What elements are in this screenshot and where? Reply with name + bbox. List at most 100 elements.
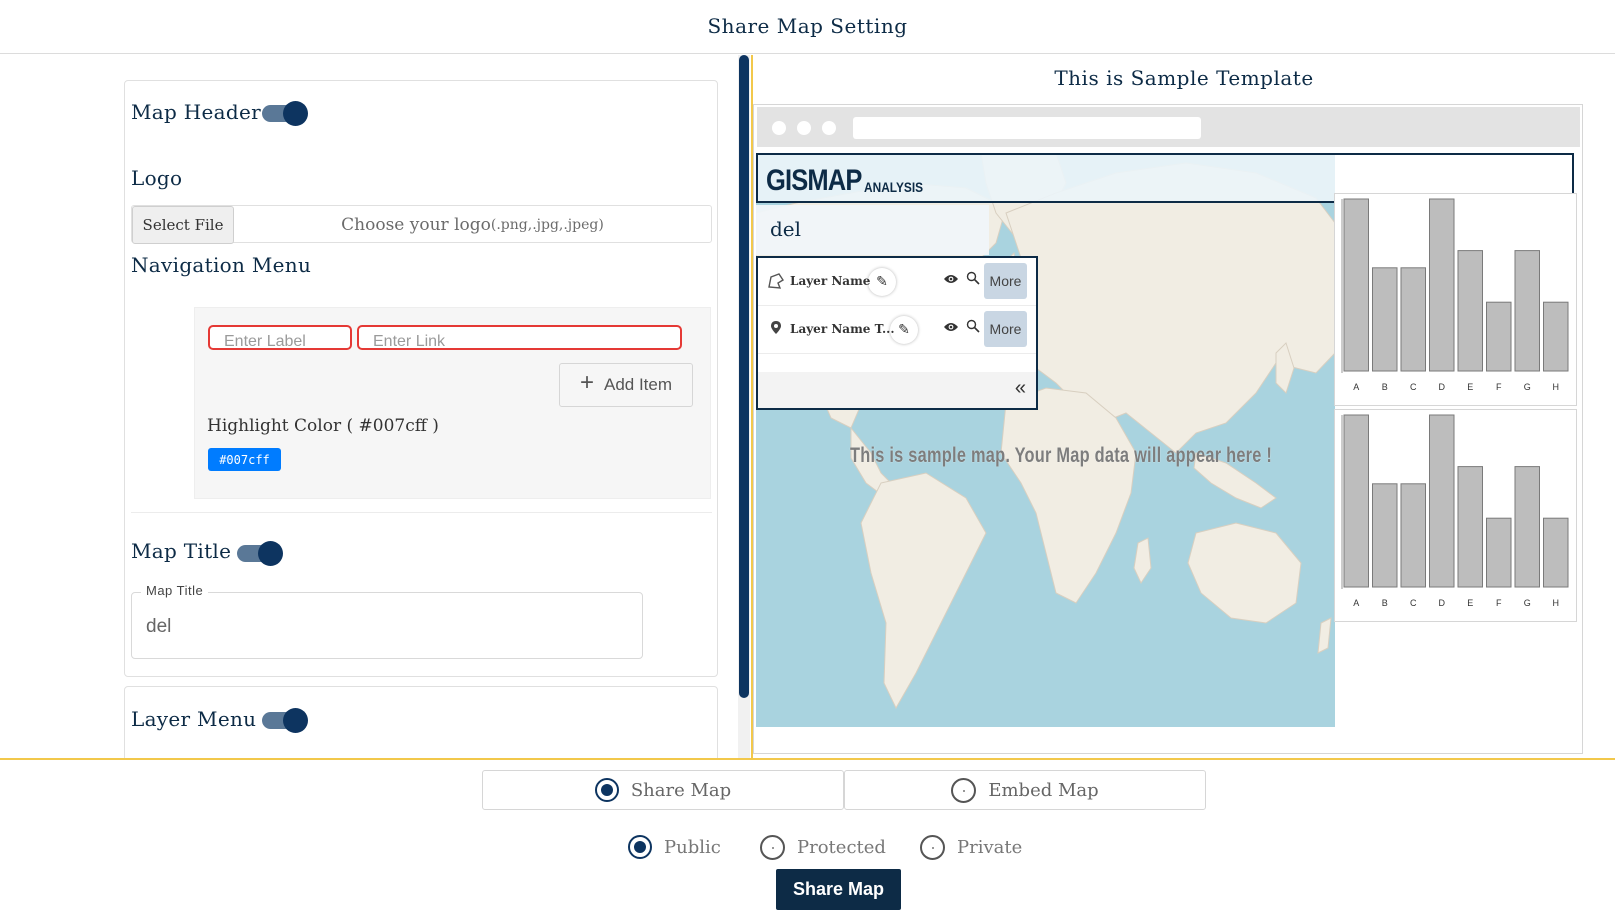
- layer-list-panel: Layer Name ✎ More Layer Name T... ✎ More: [756, 256, 1038, 410]
- chart-bar-G: [1514, 466, 1540, 588]
- logo-file-placeholder: Choose your logo (.png,.jpg,.jpeg): [234, 206, 711, 244]
- pin-icon: [771, 321, 781, 334]
- logo-placeholder-ext: (.png,.jpg,.jpeg): [490, 217, 604, 233]
- highlight-color-picker[interactable]: #007cff: [208, 448, 281, 471]
- chart-tick-label: D: [1439, 598, 1446, 608]
- access-public-radio[interactable]: Public: [628, 832, 721, 862]
- radio-unselected-icon: [920, 834, 945, 860]
- window-dot: [822, 121, 836, 135]
- zoom-to-layer-icon[interactable]: [966, 319, 980, 333]
- access-protected-label: Protected: [797, 836, 886, 858]
- logo-sub-text: ANALYSIS: [864, 179, 924, 195]
- chart-tick-label: H: [1553, 598, 1560, 608]
- browser-bar: [757, 107, 1580, 147]
- address-bar: [853, 117, 1201, 139]
- chart-tick-label: B: [1382, 598, 1388, 608]
- chart-tick-label: C: [1410, 382, 1417, 392]
- map-title-label: Map Title: [131, 539, 232, 563]
- chart-bar-E: [1457, 250, 1483, 372]
- chart-bar-A: [1343, 198, 1369, 372]
- layer-row[interactable]: Layer Name T... ✎ More: [758, 306, 1036, 354]
- chart-bar-F: [1486, 517, 1512, 588]
- visibility-eye-icon[interactable]: [943, 321, 959, 333]
- navigation-menu-editor: Enter Label Enter Link + Add Item Highli…: [194, 307, 711, 499]
- section-divider: [131, 512, 712, 513]
- layer-more-button[interactable]: More: [984, 263, 1027, 299]
- chart-bar-E: [1457, 466, 1483, 588]
- chart-tick-label: F: [1496, 598, 1502, 608]
- layer-menu-toggle[interactable]: [262, 708, 308, 733]
- gismap-logo: GISMAP ANALYSIS: [766, 159, 934, 197]
- add-item-label: Add Item: [603, 375, 673, 394]
- settings-scrollbar-thumb[interactable]: [739, 55, 749, 698]
- layer-name: Layer Name T...: [790, 322, 895, 336]
- preview-map-title-bar: del: [756, 205, 989, 255]
- chart-bar-B: [1372, 483, 1398, 588]
- embed-map-option[interactable]: Embed Map: [844, 770, 1206, 810]
- logo-main-text: GISMAP: [766, 164, 862, 197]
- add-item-button[interactable]: + Add Item: [559, 363, 693, 407]
- page-title: Share Map Setting: [707, 14, 908, 38]
- edit-layer-button[interactable]: ✎: [890, 316, 918, 344]
- pencil-icon: ✎: [898, 322, 910, 338]
- embed-map-option-label: Embed Map: [988, 779, 1099, 801]
- sample-bar-chart-2: A B C D E F G H: [1334, 409, 1577, 622]
- radio-selected-icon: [594, 778, 619, 802]
- nav-link-input[interactable]: Enter Link: [357, 325, 682, 350]
- collapse-panel-icon[interactable]: «: [1015, 377, 1026, 400]
- nav-label-input[interactable]: Enter Label: [208, 325, 352, 350]
- pencil-icon: ✎: [876, 274, 888, 290]
- chart-tick-label: C: [1410, 598, 1417, 608]
- map-title-value: del: [146, 616, 172, 637]
- select-file-button[interactable]: Select File: [132, 206, 234, 244]
- chart-bar-D: [1429, 414, 1455, 588]
- access-protected-radio[interactable]: Protected: [760, 832, 886, 862]
- chart-bar-A: [1343, 414, 1369, 588]
- share-map-option[interactable]: Share Map: [482, 770, 844, 810]
- logo-label: Logo: [131, 166, 183, 190]
- chart-bar-F: [1486, 301, 1512, 372]
- access-public-label: Public: [664, 836, 721, 858]
- chart-tick-label: G: [1524, 382, 1531, 392]
- bottom-divider: [0, 758, 1615, 760]
- layer-menu-label: Layer Menu: [131, 707, 257, 731]
- visibility-eye-icon[interactable]: [943, 273, 959, 285]
- bar-chart-graphic: A B C D E F G H: [1341, 414, 1569, 608]
- top-bar: Share Map Setting: [0, 0, 1615, 54]
- chart-bar-C: [1400, 483, 1426, 588]
- preview-title: This is Sample Template: [1054, 66, 1314, 90]
- logo-placeholder-text: Choose your logo: [341, 215, 491, 235]
- layer-panel-footer: «: [758, 372, 1036, 408]
- logo-file-input[interactable]: Select File Choose your logo (.png,.jpg,.…: [131, 205, 712, 244]
- polygon-icon: [768, 273, 784, 289]
- share-map-button[interactable]: Share Map: [776, 869, 901, 910]
- plus-icon: +: [579, 369, 594, 396]
- window-dot: [797, 121, 811, 135]
- share-map-option-label: Share Map: [630, 779, 732, 801]
- map-header-toggle[interactable]: [262, 101, 308, 126]
- radio-selected-icon: [628, 835, 652, 859]
- chart-tick-label: F: [1496, 382, 1502, 392]
- header-settings-card: Map Header Logo Select File Choose your …: [124, 80, 718, 677]
- chart-bar-B: [1372, 267, 1398, 372]
- access-private-radio[interactable]: Private: [920, 832, 1022, 862]
- layer-row[interactable]: Layer Name ✎ More: [758, 258, 1036, 306]
- chart-tick-label: G: [1524, 598, 1531, 608]
- map-title-toggle[interactable]: [237, 541, 283, 566]
- layer-name: Layer Name: [790, 274, 871, 288]
- chart-bar-G: [1514, 250, 1540, 372]
- map-placeholder-message: This is sample map. Your Map data will a…: [850, 444, 1273, 467]
- chart-tick-label: A: [1353, 598, 1359, 608]
- map-title-field-legend: Map Title: [141, 583, 209, 598]
- access-private-label: Private: [957, 836, 1023, 858]
- chart-bar-H: [1543, 301, 1569, 372]
- edit-layer-button[interactable]: ✎: [868, 268, 896, 296]
- nav-link-placeholder: Enter Link: [373, 333, 446, 350]
- layer-more-button[interactable]: More: [984, 311, 1027, 347]
- zoom-to-layer-icon[interactable]: [966, 271, 980, 285]
- map-title-field[interactable]: Map Title del: [131, 583, 643, 659]
- template-preview: This is sample map. Your Map data will a…: [753, 104, 1583, 754]
- chart-tick-label: E: [1467, 382, 1473, 392]
- radio-unselected-icon: [951, 777, 977, 803]
- chart-tick-label: B: [1382, 382, 1388, 392]
